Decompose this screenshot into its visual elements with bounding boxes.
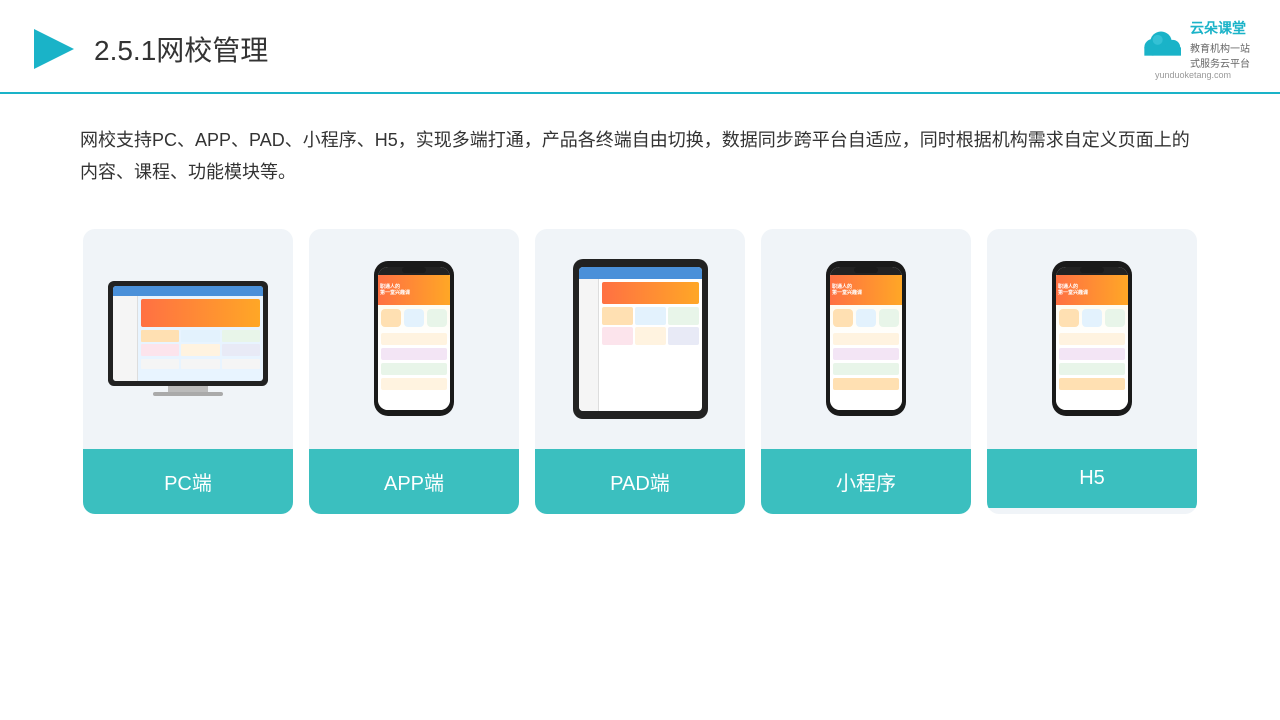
card-h5-image: 职通人的第一堂兴趣课 — [987, 229, 1197, 449]
logo-tagline: 教育机构一站式服务云平台 — [1190, 40, 1250, 70]
card-app: 职通人的第一堂兴趣课 — [309, 229, 519, 514]
card-h5-label: H5 — [987, 449, 1197, 508]
card-app-image: 职通人的第一堂兴趣课 — [309, 229, 519, 449]
card-miniprogram-image: 职通人的第一堂兴趣课 — [761, 229, 971, 449]
card-pad-image — [535, 229, 745, 449]
tablet-mockup — [573, 259, 708, 419]
play-icon — [30, 25, 78, 73]
logo-area: 云朵课堂 教育机构一站式服务云平台 yunduoketang.com — [1136, 18, 1250, 80]
card-app-label: APP端 — [309, 449, 519, 514]
card-pc-image — [83, 229, 293, 449]
phone-mockup-h5: 职通人的第一堂兴趣课 — [1052, 261, 1132, 416]
card-h5: 职通人的第一堂兴趣课 — [987, 229, 1197, 514]
cards-container: PC端 职通人的第一堂兴趣课 — [0, 209, 1280, 534]
card-pc: PC端 — [83, 229, 293, 514]
card-pc-label: PC端 — [83, 449, 293, 514]
card-miniprogram-label: 小程序 — [761, 449, 971, 514]
phone-mockup-app: 职通人的第一堂兴趣课 — [374, 261, 454, 416]
logo-url: yunduoketang.com — [1155, 70, 1231, 80]
card-miniprogram: 职通人的第一堂兴趣课 — [761, 229, 971, 514]
description-text: 网校支持PC、APP、PAD、小程序、H5，实现多端打通，产品各终端自由切换，数… — [0, 94, 1280, 209]
header: 2.5.1网校管理 云朵课堂 教育机构一站式服务云平台 yunduoketang… — [0, 0, 1280, 94]
card-pad-label: PAD端 — [535, 449, 745, 514]
page-title: 2.5.1网校管理 — [94, 29, 268, 69]
pc-mockup — [108, 281, 268, 396]
cloud-icon — [1136, 29, 1186, 59]
header-left: 2.5.1网校管理 — [30, 25, 268, 73]
card-pad: PAD端 — [535, 229, 745, 514]
logo-cloud: 云朵课堂 教育机构一站式服务云平台 — [1136, 18, 1250, 70]
phone-mockup-mini: 职通人的第一堂兴趣课 — [826, 261, 906, 416]
logo-name: 云朵课堂 — [1190, 18, 1250, 38]
